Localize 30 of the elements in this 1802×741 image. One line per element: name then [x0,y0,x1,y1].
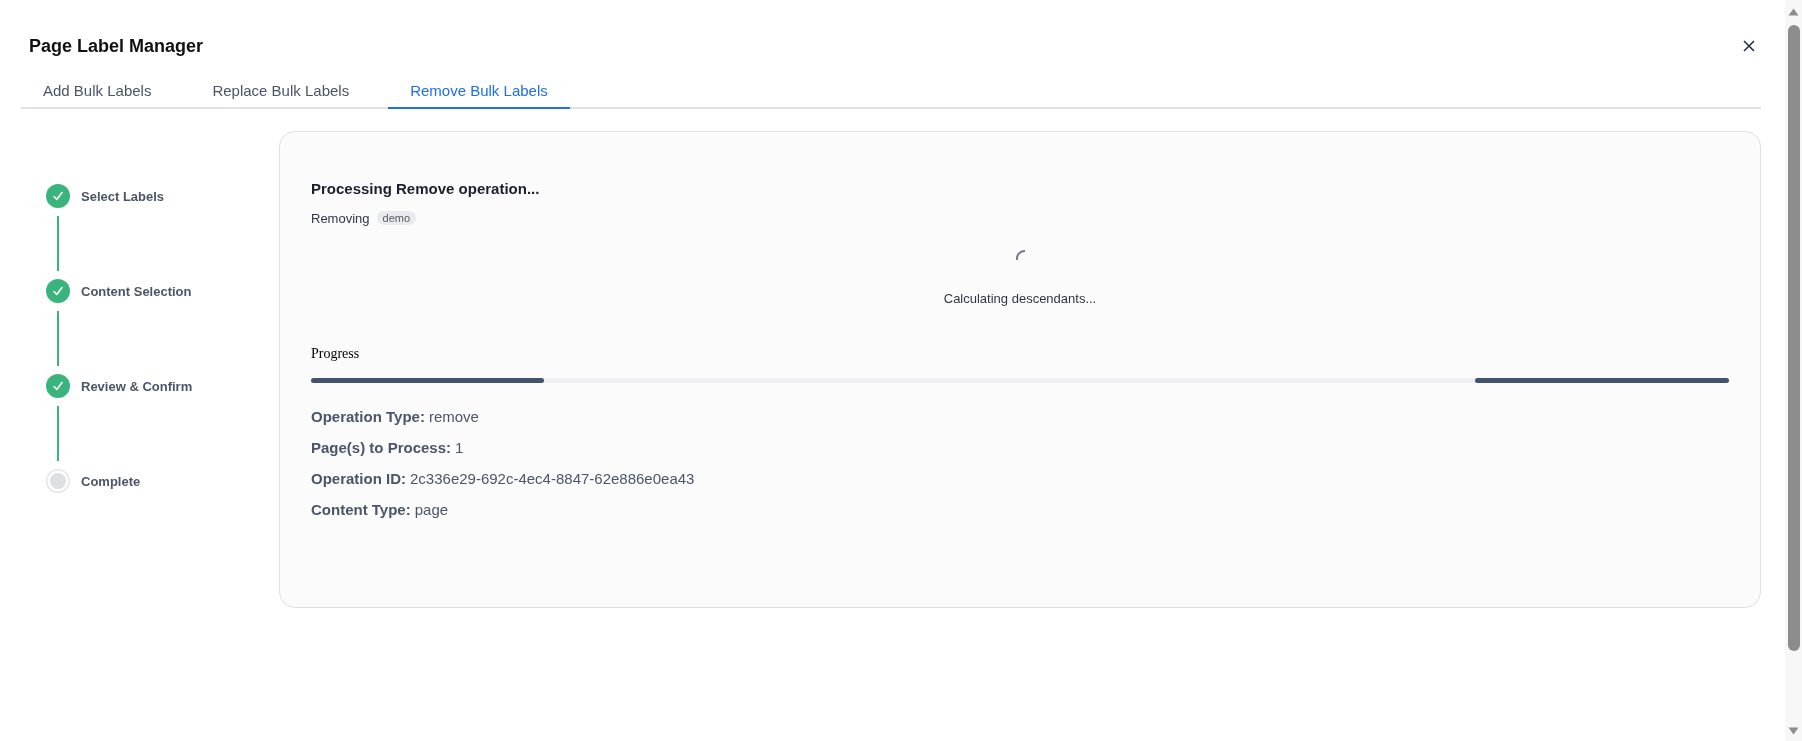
step-connector-line [57,216,59,271]
tab[interactable]: Remove Bulk Labels [388,73,570,109]
scroll-up-arrow-icon[interactable] [1788,8,1799,16]
label-tag: demo [376,211,417,225]
status-text: Calculating descendants... [942,290,1098,308]
detail-label: Content Type: [311,500,411,520]
close-button[interactable] [1743,40,1755,52]
detail-label: Operation ID: [311,469,406,489]
tab[interactable]: Replace Bulk Labels [190,73,372,109]
step-connector-line [57,311,59,366]
tab[interactable]: Add Bulk Labels [21,73,174,109]
step-label: Select Labels [81,188,165,204]
detail-label: Page(s) to Process: [311,438,452,458]
processing-heading: Processing Remove operation... [311,179,541,199]
progress-label: Progress [311,345,361,363]
detail-value: 2c336e29-692c-4ec4-8847-62e886e0ea43 [410,469,695,489]
step-label: Complete [81,473,141,489]
detail-label: Operation Type: [311,407,425,427]
removing-text: Removing [311,210,370,226]
detail-value: remove [428,407,479,427]
close-icon [1743,40,1755,52]
step-connector-line [57,406,59,461]
detail-value: page [414,500,449,520]
detail-value: 1 [455,438,464,458]
dialog-title: Page Label Manager [29,35,204,58]
scroll-down-arrow-icon[interactable] [1788,727,1799,735]
spinner-icon [1015,250,1025,260]
step-label: Content Selection [81,283,192,299]
scrollbar-thumb[interactable] [1787,25,1800,651]
step-label: Review & Confirm [81,378,193,394]
